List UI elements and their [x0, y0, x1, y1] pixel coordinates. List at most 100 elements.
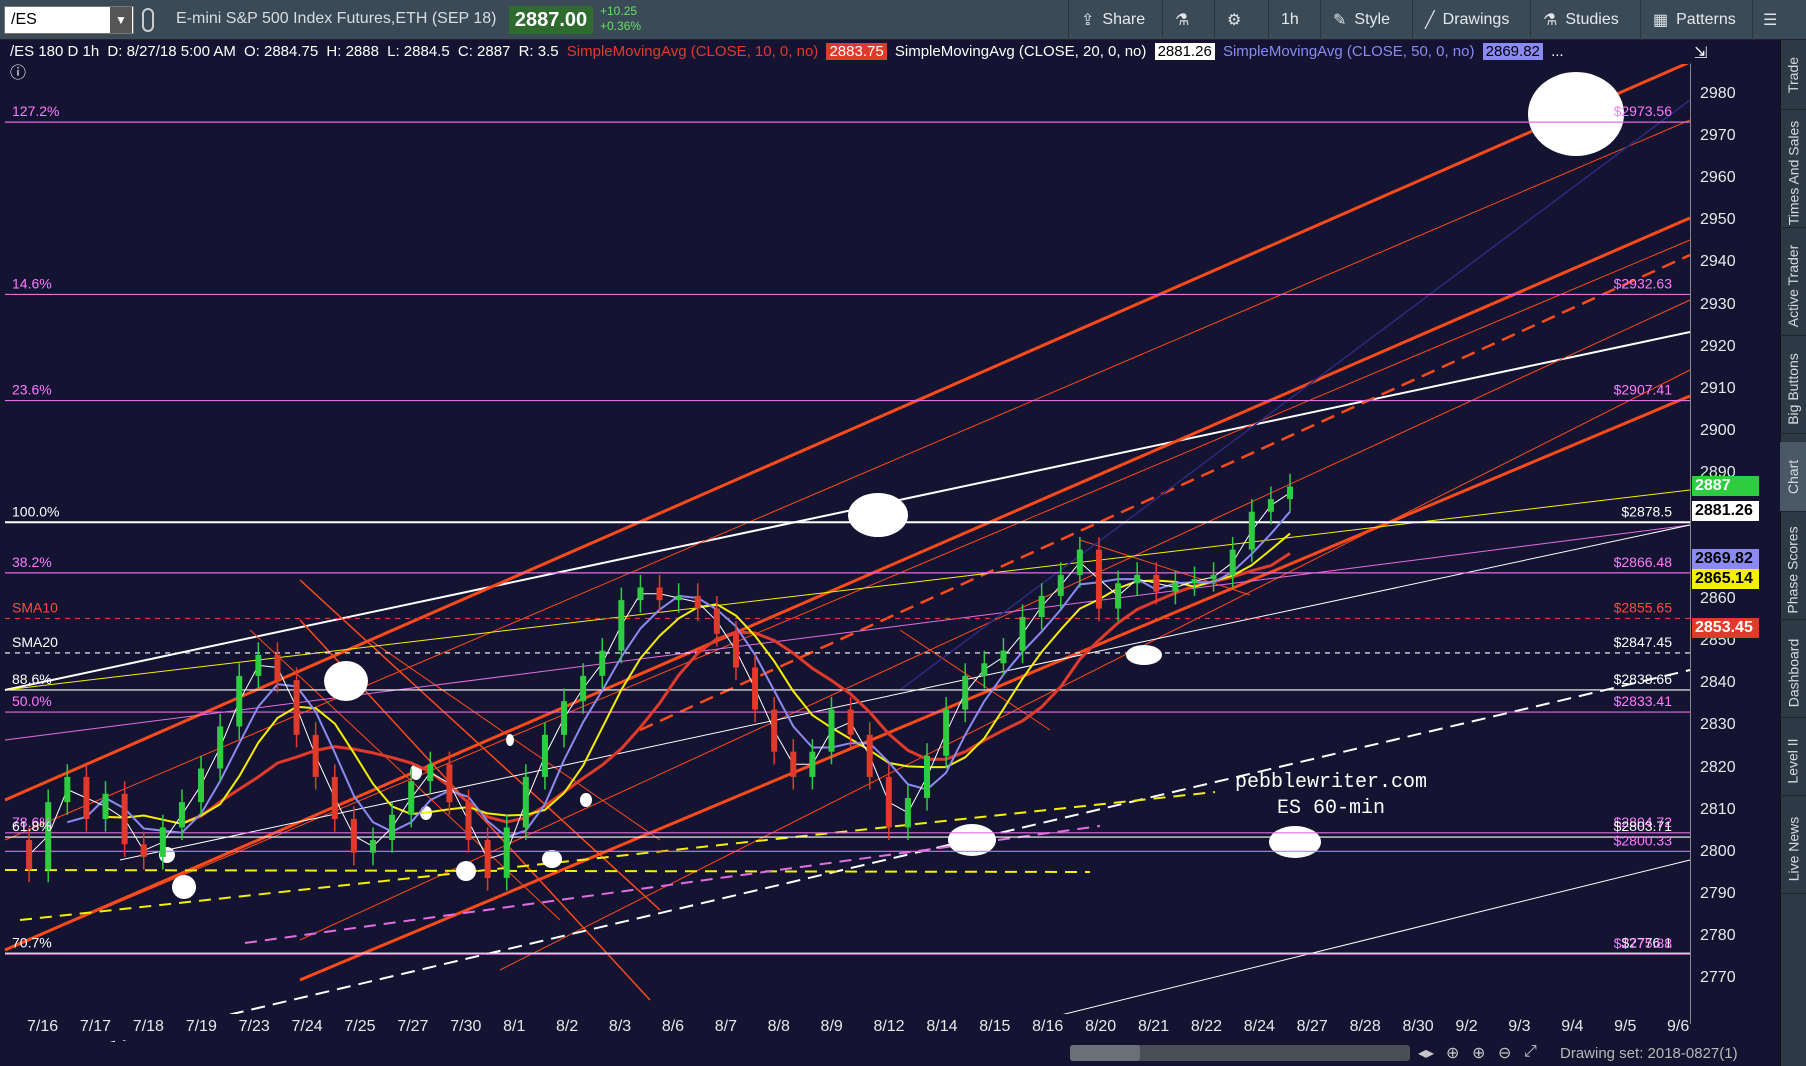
candle-body	[102, 793, 109, 820]
sidebar-tab[interactable]: Trade	[1780, 40, 1806, 110]
link-icon[interactable]	[142, 8, 154, 32]
sidebar-tab[interactable]: Phase Scores	[1780, 520, 1806, 620]
price-axis[interactable]	[1690, 64, 1762, 1024]
settings-button[interactable]: ⚙	[1214, 0, 1261, 40]
date-tick-label: 7/25	[344, 1018, 376, 1035]
studies-icon: ⚗	[1543, 12, 1558, 29]
sidebar-tab[interactable]: Level II	[1780, 726, 1806, 796]
bar-range: R: 3.5	[518, 43, 559, 60]
red-channel-mid	[4, 216, 1691, 952]
sma10-label[interactable]: SimpleMovingAvg (CLOSE, 10, 0, no)	[567, 43, 819, 60]
level-right-label: $2775.88	[1614, 935, 1673, 951]
candle-body	[1057, 574, 1064, 596]
gear-icon: ⚙	[1227, 12, 1242, 29]
price-tick-label: 2820	[1700, 758, 1736, 776]
date-tick-label: 9/4	[1561, 1018, 1584, 1035]
date-tick-label: 9/2	[1455, 1018, 1478, 1035]
zoom-in-icon[interactable]: ⊕	[1472, 1043, 1485, 1063]
sidebar-tab[interactable]: Dashboard	[1780, 628, 1806, 718]
price-tag: 2887	[1692, 476, 1759, 497]
alert-icon[interactable]: ⓘ	[10, 64, 26, 82]
scroll-left-icon[interactable]: ◂▸	[1418, 1043, 1434, 1063]
candle-body	[1153, 574, 1160, 592]
candle-body	[178, 802, 185, 828]
bar-low: L: 2884.5	[387, 43, 450, 60]
date-tick-label: 8/2	[556, 1018, 579, 1035]
price-tag: 2865.14	[1692, 568, 1759, 589]
sidebar-tab-label: Dashboard	[1785, 638, 1801, 707]
crosshair-icon[interactable]: ⊕	[1446, 1043, 1459, 1063]
sidebar-tab-label: Big Buttons	[1785, 352, 1802, 425]
price-chart[interactable]: 127.2% $2973.56 14.6% $2932.63 23.6% $2907.41…	[0, 40, 1806, 1066]
style-button[interactable]: ✎ Style	[1320, 0, 1402, 40]
candle-body	[159, 827, 166, 857]
style-label: Style	[1354, 11, 1390, 28]
candle-body	[1115, 583, 1122, 609]
date-tick-label: 9/5	[1614, 1018, 1637, 1035]
date-tick-label: 8/21	[1137, 1018, 1170, 1035]
scrollbar-thumb[interactable]	[1070, 1045, 1140, 1061]
sidebar-tab[interactable]: Times And Sales	[1780, 118, 1806, 228]
candle-body	[369, 840, 376, 853]
level-left-label: 61.8%	[12, 818, 52, 834]
price-tick-label: 2900	[1700, 421, 1736, 439]
last-price-badge: 2887.00	[509, 6, 593, 34]
sidebar-tab[interactable]: Big Buttons	[1780, 344, 1806, 434]
price-tick-label: 2940	[1700, 253, 1736, 271]
drawing-set-label[interactable]: Drawing set: 2018-0827(1)	[1560, 1045, 1738, 1062]
candle-body	[312, 734, 319, 777]
sidebar-tab[interactable]: Live News	[1780, 804, 1806, 894]
candle-body	[1134, 574, 1141, 584]
candle-body	[962, 675, 969, 710]
date-tick-label: 7/30	[450, 1018, 482, 1035]
candle-body	[561, 701, 568, 735]
candle-body	[274, 654, 281, 681]
share-button[interactable]: ⇪ Share	[1068, 0, 1157, 40]
candle-body	[1172, 583, 1179, 592]
sidebar-tab[interactable]: Chart	[1780, 442, 1806, 512]
date-tick-label: 8/22	[1190, 1018, 1222, 1035]
date-tick-label: 8/27	[1296, 1018, 1328, 1035]
date-tick-label: 8/15	[979, 1018, 1011, 1035]
price-tick-label: 2970	[1700, 127, 1736, 145]
flask-button[interactable]: ⚗	[1162, 0, 1209, 40]
share-label: Share	[1102, 11, 1146, 28]
candle-body	[981, 663, 988, 676]
study-header: /ES 180 D 1h D: 8/27/18 5:00 AM O: 2884.…	[0, 40, 1690, 64]
menu-button[interactable]: ☰	[1752, 0, 1795, 40]
timeframe-label: 1h	[1281, 11, 1299, 28]
expand-icon[interactable]: ⤢	[1524, 1043, 1537, 1061]
annotation-line-2: ES 60-min	[1277, 797, 1386, 820]
patterns-label: Patterns	[1676, 11, 1736, 28]
level-left-label: SMA10	[12, 599, 58, 615]
zoom-out-icon[interactable]: ⊖	[1498, 1043, 1511, 1063]
candle-body	[1000, 650, 1007, 664]
patterns-button[interactable]: ▦ Patterns	[1640, 0, 1748, 40]
candle-body	[217, 726, 224, 769]
date-tick-label: 8/20	[1085, 1018, 1117, 1035]
date-tick-label: 8/7	[714, 1018, 737, 1035]
candle-body	[64, 776, 71, 803]
sma50-label[interactable]: SimpleMovingAvg (CLOSE, 50, 0, no)	[1223, 43, 1475, 60]
candle-body	[389, 814, 396, 841]
candle-body	[713, 608, 720, 634]
symbol-dropdown-icon[interactable]: ▼	[110, 7, 132, 33]
timeframe-button[interactable]: 1h	[1268, 0, 1311, 40]
price-tick-label: 2800	[1700, 842, 1736, 860]
drawings-button[interactable]: ╱ Drawings	[1412, 0, 1521, 40]
candle-body	[599, 650, 606, 676]
candle-body	[904, 797, 911, 828]
highlight-ellipse-july30b	[506, 734, 514, 746]
candle-body	[771, 709, 778, 752]
trendline-drawings	[4, 60, 1691, 1051]
candle-body	[1038, 595, 1045, 617]
candle-body	[732, 633, 739, 668]
sidebar-tab[interactable]: Active Trader	[1780, 236, 1806, 336]
candle-body	[1248, 511, 1255, 550]
top-toolbar: /ES ▼ E-mini S&P 500 Index Futures,ETH (…	[0, 0, 1806, 40]
more-studies[interactable]: ...	[1551, 43, 1564, 60]
collapse-icon[interactable]: ⇲	[1694, 45, 1707, 62]
level-right-label: $2878.5	[1621, 503, 1672, 519]
sma20-label[interactable]: SimpleMovingAvg (CLOSE, 20, 0, no)	[895, 43, 1147, 60]
studies-button[interactable]: ⚗ Studies	[1530, 0, 1631, 40]
